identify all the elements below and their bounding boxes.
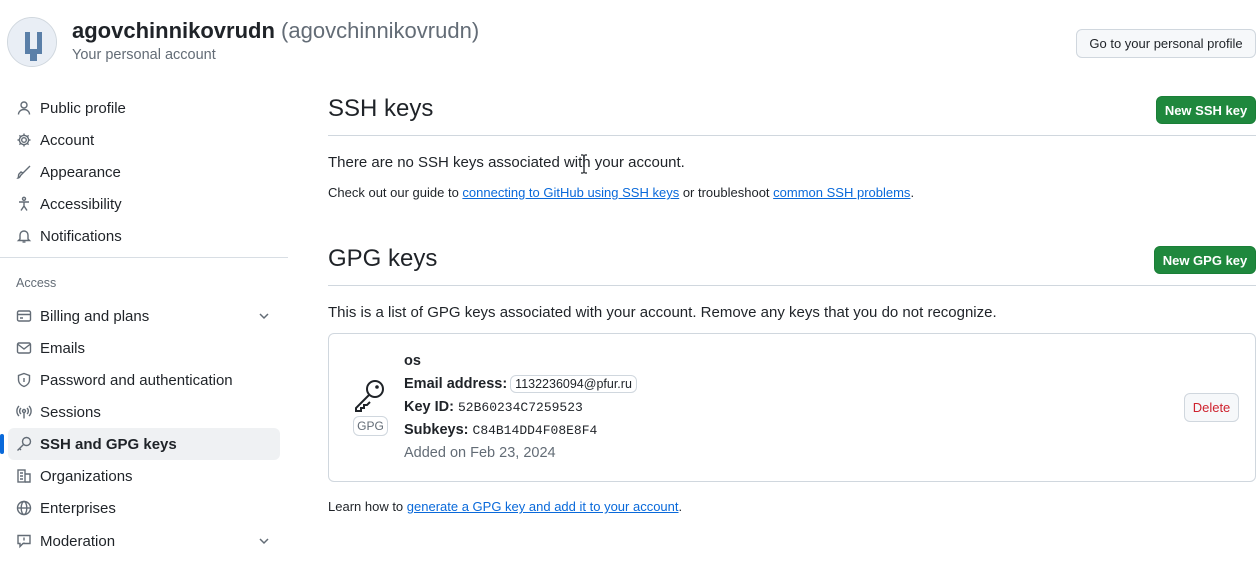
- sidebar-item-label: Appearance: [40, 163, 121, 181]
- sidebar-item-ssh-gpg-keys[interactable]: SSH and GPG keys: [0, 428, 280, 460]
- account-login: (agovchinnikovrudn): [281, 18, 480, 43]
- generate-gpg-key-link[interactable]: generate a GPG key and add it to your ac…: [407, 499, 679, 514]
- sidebar-item-account[interactable]: Account: [8, 124, 280, 156]
- sidebar-item-label: Password and authentication: [40, 371, 233, 389]
- ssh-troubleshoot-link[interactable]: common SSH problems: [773, 185, 910, 200]
- sidebar-item-sessions[interactable]: Sessions: [8, 396, 280, 428]
- sidebar-item-label: Accessibility: [40, 195, 122, 213]
- sidebar-item-organizations[interactable]: Organizations: [8, 460, 280, 492]
- report-icon: [16, 533, 32, 549]
- ssh-keys-heading: SSH keys: [328, 95, 434, 122]
- gpg-email-badge: 1132236094@pfur.ru: [510, 375, 637, 393]
- globe-icon: [16, 500, 32, 516]
- new-gpg-key-button[interactable]: New GPG key: [1154, 246, 1256, 274]
- gpg-subkeys-value: C84B14DD4F08E8F4: [472, 423, 598, 438]
- sidebar-item-notifications[interactable]: Notifications: [8, 220, 280, 252]
- avatar[interactable]: [7, 17, 57, 67]
- gpg-key-name: os: [404, 353, 421, 369]
- sidebar-item-label: Billing and plans: [40, 307, 150, 325]
- ssh-guide-prefix: Check out our guide to: [328, 185, 463, 200]
- account-title: agovchinnikovrudn (agovchinnikovrudn): [72, 18, 479, 44]
- gpg-key-id-value: 52B60234C7259523: [458, 400, 583, 415]
- delete-gpg-key-button[interactable]: Delete: [1184, 393, 1239, 422]
- sidebar-item-label: Enterprises: [40, 499, 116, 517]
- sidebar-item-label: Moderation: [40, 532, 116, 550]
- gpg-keys-heading: GPG keys: [328, 245, 438, 272]
- ssh-empty-text: There are no SSH keys associated with yo…: [328, 154, 685, 171]
- gpg-learn-suffix: .: [678, 499, 683, 514]
- account-name: agovchinnikovrudn: [72, 18, 275, 43]
- gpg-description: This is a list of GPG keys associated wi…: [328, 304, 997, 321]
- organization-icon: [16, 468, 32, 484]
- gpg-divider: [328, 285, 1256, 286]
- accessibility-icon: [16, 196, 32, 212]
- sidebar-divider: [0, 257, 288, 258]
- paintbrush-icon: [16, 164, 32, 180]
- sidebar-item-moderation[interactable]: Moderation: [8, 525, 280, 557]
- gpg-key-id-label: Key ID:: [404, 399, 454, 415]
- sidebar-item-label: Public profile: [40, 99, 126, 117]
- sidebar-item-appearance[interactable]: Appearance: [8, 156, 280, 188]
- sidebar-item-accessibility[interactable]: Accessibility: [8, 188, 280, 220]
- gpg-added-date: Added on Feb 23, 2024: [404, 445, 556, 461]
- chevron-down-icon[interactable]: [256, 308, 272, 324]
- sidebar-item-label: Notifications: [40, 227, 122, 245]
- gpg-key-name-value: os: [404, 353, 421, 369]
- ssh-divider: [328, 135, 1256, 136]
- gpg-learn-text: Learn how to generate a GPG key and add …: [328, 499, 682, 514]
- gpg-key-card: GPG os Email address: 1132236094@pfur.ru …: [328, 333, 1256, 482]
- ssh-guide-text: Check out our guide to connecting to Git…: [328, 185, 914, 200]
- gpg-subkeys-label: Subkeys:: [404, 422, 469, 438]
- key-icon: [353, 378, 387, 412]
- ssh-guide-link[interactable]: connecting to GitHub using SSH keys: [462, 185, 679, 200]
- gpg-badge: GPG: [353, 416, 388, 436]
- sidebar-item-billing[interactable]: Billing and plans: [8, 300, 280, 332]
- ssh-guide-suffix: .: [910, 185, 915, 200]
- bell-icon: [16, 228, 32, 244]
- credit-card-icon: [16, 308, 32, 324]
- ssh-guide-middle: or troubleshoot: [679, 185, 774, 200]
- gpg-learn-prefix: Learn how to: [328, 499, 407, 514]
- key-icon: [16, 436, 32, 452]
- sidebar-item-label: SSH and GPG keys: [40, 435, 177, 453]
- new-ssh-key-button[interactable]: New SSH key: [1156, 96, 1256, 124]
- chevron-down-icon[interactable]: [256, 533, 272, 549]
- person-icon: [16, 100, 32, 116]
- account-subtitle: Your personal account: [72, 47, 216, 63]
- sidebar-item-enterprises[interactable]: Enterprises: [8, 492, 280, 524]
- sidebar-item-label: Emails: [40, 339, 86, 357]
- sidebar-item-label: Organizations: [40, 467, 133, 485]
- sidebar-item-label: Account: [40, 131, 95, 149]
- gear-icon: [16, 132, 32, 148]
- text-cursor-icon: [579, 154, 589, 174]
- go-to-profile-button[interactable]: Go to your personal profile: [1076, 29, 1256, 58]
- sidebar-item-emails[interactable]: Emails: [8, 332, 280, 364]
- shield-lock-icon: [16, 372, 32, 388]
- broadcast-icon: [16, 404, 32, 420]
- gpg-email-label: Email address:: [404, 376, 508, 392]
- gpg-email-row: Email address: 1132236094@pfur.ru: [404, 375, 637, 393]
- gpg-subkeys-row: Subkeys: C84B14DD4F08E8F4: [404, 422, 597, 438]
- sidebar-item-password[interactable]: Password and authentication: [8, 364, 280, 396]
- sidebar-item-public-profile[interactable]: Public profile: [8, 92, 280, 124]
- gpg-key-id-row: Key ID: 52B60234C7259523: [404, 399, 583, 415]
- mail-icon: [16, 340, 32, 356]
- sidebar-item-label: Sessions: [40, 403, 101, 421]
- sidebar-section-access: Access: [16, 276, 57, 290]
